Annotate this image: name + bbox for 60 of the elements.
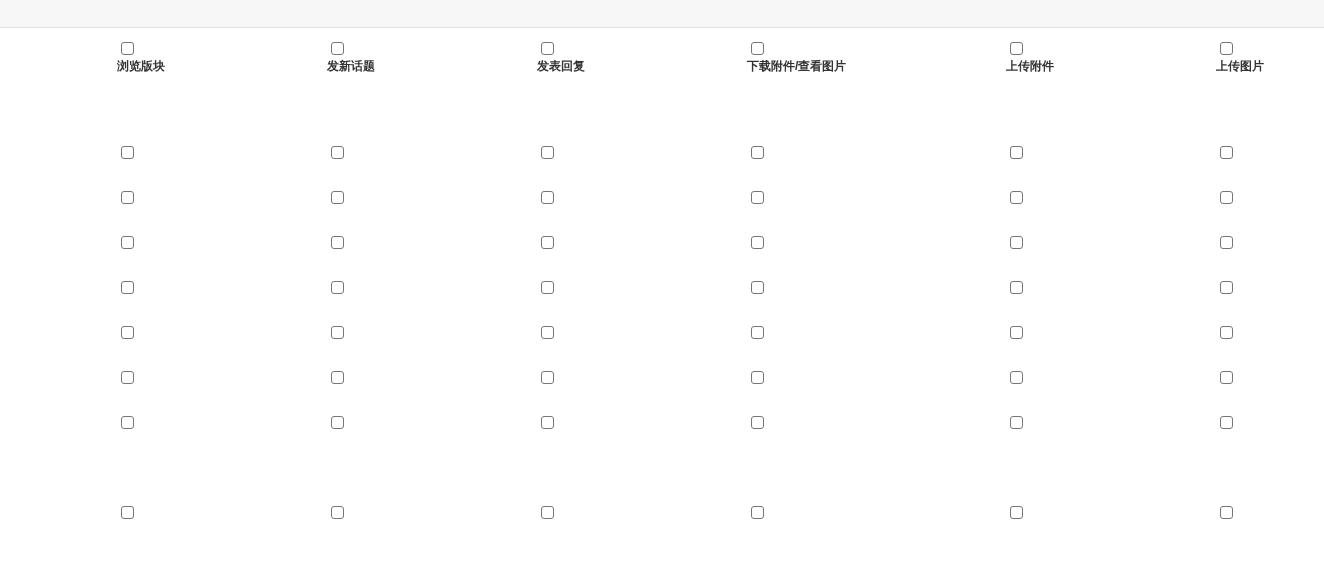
checkbox[interactable] (121, 416, 134, 429)
checkbox[interactable] (1220, 42, 1233, 55)
checkbox[interactable] (121, 326, 134, 339)
checkbox[interactable] (751, 191, 764, 204)
checkbox[interactable] (541, 146, 554, 159)
checkbox[interactable] (1010, 371, 1023, 384)
checkbox[interactable] (121, 236, 134, 249)
checkbox[interactable] (751, 146, 764, 159)
checkbox[interactable] (331, 326, 344, 339)
checkbox[interactable] (1010, 506, 1023, 519)
checkbox[interactable] (1010, 191, 1023, 204)
checkbox[interactable] (541, 191, 554, 204)
checkbox[interactable] (541, 281, 554, 294)
checkbox[interactable] (1220, 326, 1233, 339)
checkbox[interactable] (1220, 281, 1233, 294)
checkbox[interactable] (331, 416, 344, 429)
checkbox[interactable] (1220, 416, 1233, 429)
checkbox[interactable] (1010, 236, 1023, 249)
checkbox[interactable] (331, 236, 344, 249)
checkbox[interactable] (121, 42, 134, 55)
checkbox[interactable] (1010, 281, 1023, 294)
checkbox[interactable] (541, 236, 554, 249)
checkbox[interactable] (331, 371, 344, 384)
checkbox[interactable] (1010, 326, 1023, 339)
checkbox[interactable] (121, 191, 134, 204)
checkbox[interactable] (121, 506, 134, 519)
checkbox[interactable] (751, 416, 764, 429)
column-label: 浏览版块 (117, 58, 166, 74)
checkbox[interactable] (751, 371, 764, 384)
checkbox[interactable] (541, 506, 554, 519)
checkbox[interactable] (331, 281, 344, 294)
column-label: 上传图片 (1216, 58, 1265, 74)
column-label: 发新话题 (327, 58, 376, 74)
checkbox[interactable] (751, 326, 764, 339)
checkbox[interactable] (751, 236, 764, 249)
column-label: 上传附件 (1006, 58, 1055, 74)
checkbox[interactable] (1220, 236, 1233, 249)
checkbox[interactable] (331, 506, 344, 519)
checkbox[interactable] (751, 506, 764, 519)
column-label: 发表回复 (537, 58, 586, 74)
column-label: 下载附件/查看图片 (747, 58, 848, 74)
checkbox[interactable] (751, 281, 764, 294)
checkbox[interactable] (541, 371, 554, 384)
checkbox[interactable] (1220, 371, 1233, 384)
checkbox[interactable] (331, 191, 344, 204)
checkbox[interactable] (541, 326, 554, 339)
checkbox[interactable] (121, 146, 134, 159)
checkbox[interactable] (1220, 191, 1233, 204)
checkbox[interactable] (331, 42, 344, 55)
checkbox[interactable] (1220, 146, 1233, 159)
checkbox[interactable] (121, 281, 134, 294)
checkbox[interactable] (1010, 416, 1023, 429)
checkbox[interactable] (121, 371, 134, 384)
checkbox[interactable] (1220, 506, 1233, 519)
checkbox[interactable] (541, 42, 554, 55)
checkbox[interactable] (331, 146, 344, 159)
checkbox[interactable] (541, 416, 554, 429)
checkbox[interactable] (1010, 42, 1023, 55)
checkbox[interactable] (1010, 146, 1023, 159)
checkbox[interactable] (751, 42, 764, 55)
